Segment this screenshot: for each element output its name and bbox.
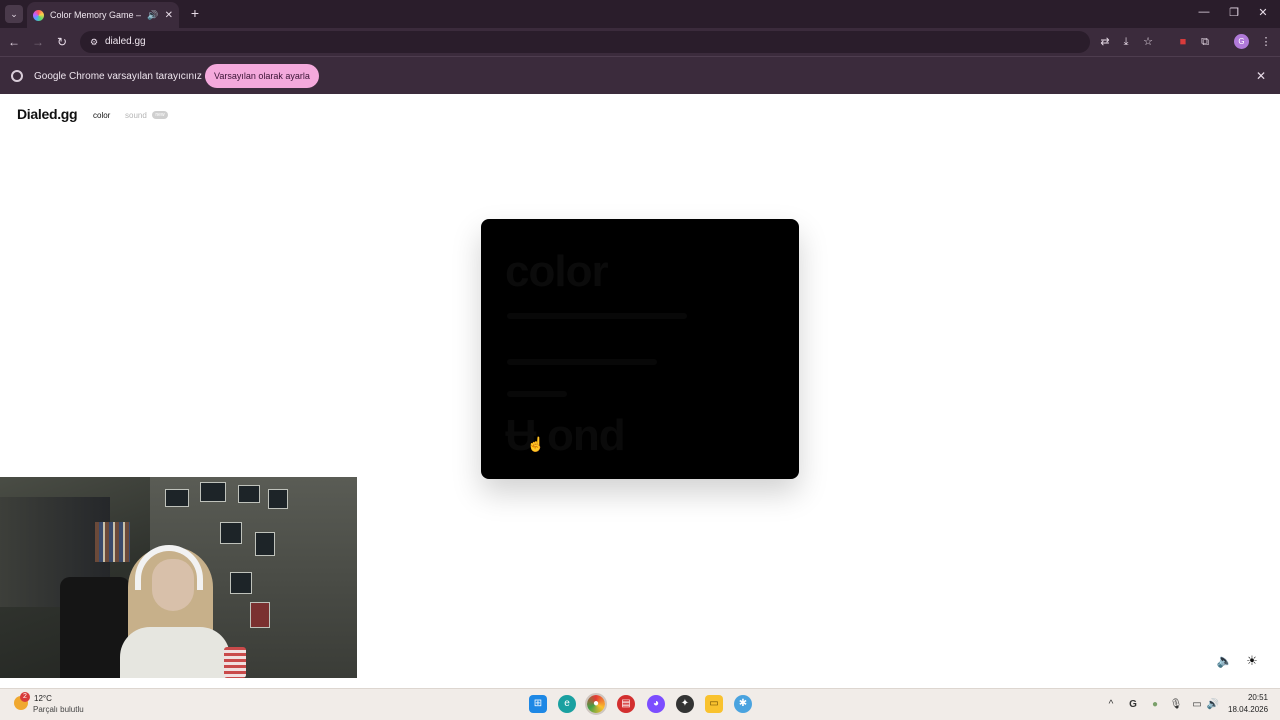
discord-icon[interactable]: ◕ [647, 695, 665, 713]
app-dark-icon[interactable]: ✦ [676, 695, 694, 713]
infobar-message: Google Chrome varsayılan tarayıcınız değ… [34, 71, 226, 82]
default-browser-infobar: Google Chrome varsayılan tarayıcınız değ… [0, 56, 1280, 94]
extensions-puzzle-icon[interactable]: ⧉ [1197, 34, 1213, 50]
webcam-wall-photo [268, 489, 288, 509]
card-faded-line [507, 359, 657, 365]
webcam-cup [224, 647, 246, 678]
install-app-icon[interactable]: ⤓ [1118, 34, 1134, 50]
weather-description[interactable]: Parçalı bulutlu [33, 705, 84, 714]
tray-chevron-icon[interactable]: ^ [1104, 698, 1118, 712]
minimize-button[interactable]: — [1196, 6, 1212, 18]
weather-notification-badge: 2 [20, 692, 30, 702]
translate-icon[interactable]: ⇄ [1097, 34, 1113, 50]
card-faded-line [507, 313, 687, 319]
tray-app-icon[interactable]: G [1126, 698, 1140, 712]
new-tab-button[interactable]: + [187, 5, 203, 21]
app-blue-icon[interactable]: ✱ [734, 695, 752, 713]
tab-title: Color Memory Game — Ho [50, 10, 141, 20]
clock-time[interactable]: 20:51 [1246, 693, 1268, 702]
hand-cursor-icon: ☝ [527, 436, 545, 452]
reload-button[interactable]: ↻ [53, 33, 71, 51]
profile-avatar[interactable]: G [1234, 34, 1249, 49]
tab-strip: ⌄ Color Memory Game — Ho 🔊 ✕ + — ❐ ✕ [0, 0, 1280, 28]
file-explorer-icon[interactable]: ▭ [705, 695, 723, 713]
webcam-wall-photo [250, 602, 270, 628]
bookmark-star-icon[interactable]: ☆ [1140, 34, 1156, 50]
nav-sound-link[interactable]: sound [125, 111, 147, 120]
set-default-button[interactable]: Varsayılan olarak ayarla [205, 64, 319, 88]
windows-start-icon[interactable]: ⊞ [529, 695, 547, 713]
webcam-person-body [120, 627, 230, 678]
site-info-icon[interactable]: ⚙ [88, 36, 100, 48]
webcam-wall-photo [238, 485, 260, 503]
tray-status-icon[interactable]: ● [1148, 698, 1162, 712]
tab-color-memory-game[interactable]: Color Memory Game — Ho 🔊 ✕ [27, 2, 179, 28]
webcam-books [95, 522, 130, 562]
site-favicon-icon [33, 9, 44, 21]
site-logo[interactable]: Dialed.gg [17, 106, 78, 122]
tab-close-button[interactable]: ✕ [165, 10, 173, 21]
windows-taskbar: 2 12°C Parçalı bulutlu ⊞ e ● ▤ ◕ ✦ ▭ ✱ ^… [0, 688, 1280, 720]
address-bar[interactable]: ⚙ dialed.gg [80, 31, 1090, 53]
microphone-icon[interactable]: 🎙 [1169, 698, 1183, 712]
card-faded-title: color [505, 247, 609, 296]
page-content: Dialed.gg color sound new color Ʉ ond ☝ … [0, 94, 1280, 688]
restore-button[interactable]: ❐ [1226, 6, 1242, 19]
app-red-icon[interactable]: ▤ [617, 695, 635, 713]
chrome-icon[interactable]: ● [585, 693, 607, 715]
webcam-overlay [0, 477, 357, 678]
webcam-wall-photo [255, 532, 275, 556]
url-text[interactable]: dialed.gg [105, 36, 146, 47]
network-icon[interactable]: ▭ [1190, 698, 1204, 712]
webcam-wall-photo [230, 572, 252, 594]
browser-toolbar: ← → ↻ ⚙ dialed.gg ⇄ ⤓ ☆ ■ ⧉ ⋮ [0, 28, 1280, 56]
infobar-close-button[interactable]: ✕ [1256, 69, 1266, 83]
back-button[interactable]: ← [5, 33, 23, 51]
clock-date[interactable]: 18.04.2026 [1228, 705, 1268, 714]
window-close-button[interactable]: ✕ [1255, 6, 1271, 19]
browser-menu-icon[interactable]: ⋮ [1258, 34, 1274, 50]
volume-icon[interactable]: 🔈 [1216, 652, 1234, 670]
sound-icon[interactable]: 🔊 [1206, 698, 1220, 712]
webcam-wall-photo [220, 522, 242, 544]
card-faded-line [507, 391, 567, 397]
speaker-icon[interactable]: 🔊 [147, 10, 158, 21]
forward-button[interactable]: → [29, 33, 47, 51]
card-faded-text: Ʉ ond [505, 411, 626, 460]
weather-temperature[interactable]: 12°C [34, 694, 52, 703]
chrome-icon [11, 70, 23, 82]
edge-icon[interactable]: e [558, 695, 576, 713]
new-badge: new [152, 111, 168, 119]
webcam-wall-photo [165, 489, 189, 507]
theme-toggle-icon[interactable]: ☀ [1243, 652, 1261, 670]
extension-icon[interactable]: ■ [1175, 34, 1191, 50]
tab-search-button[interactable]: ⌄ [5, 5, 23, 23]
nav-color-link[interactable]: color [93, 111, 110, 120]
webcam-wall-photo [200, 482, 226, 502]
